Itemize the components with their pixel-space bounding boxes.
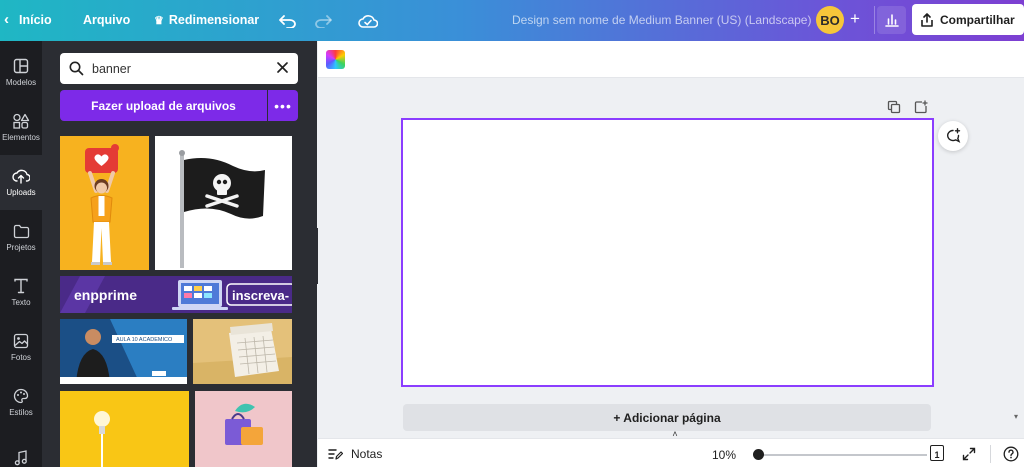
add-page-icon[interactable] [913, 99, 929, 115]
topbar-divider [874, 6, 875, 34]
music-icon [14, 449, 27, 465]
photo-icon [13, 333, 29, 349]
upload-thumb-desk-calendar[interactable] [193, 319, 292, 384]
upload-thumb-enp-prime-banner[interactable]: enpprime inscreva- [60, 276, 292, 313]
uploads-panel: Fazer upload de arquivos ••• [42, 41, 317, 467]
text-icon [14, 278, 28, 294]
fullscreen-icon[interactable] [959, 444, 979, 464]
sidebar-item-label: Texto [11, 298, 31, 307]
sidebar-item-text[interactable]: Texto [0, 265, 42, 320]
pirate-flag-image [179, 150, 265, 268]
avatar[interactable]: BO [816, 6, 844, 34]
presenter-caption: AULA 10 ACADEMICO [116, 337, 173, 343]
color-picker-icon[interactable] [326, 50, 345, 69]
resize-label: Redimensionar [168, 13, 260, 27]
templates-icon [13, 58, 29, 74]
zoom-level[interactable]: 10% [712, 448, 736, 462]
notes-button[interactable]: Notas [328, 447, 382, 461]
sidebar-item-photos[interactable]: Fotos [0, 320, 42, 375]
palette-icon [13, 388, 29, 404]
sidebar-item-projects[interactable]: Projetos [0, 210, 42, 265]
share-button[interactable]: Compartilhar [912, 4, 1024, 35]
redo-icon[interactable] [312, 10, 334, 32]
add-page-button[interactable]: + Adicionar página [403, 404, 931, 431]
sidebar-item-label: Fotos [10, 353, 31, 362]
upload-thumb-lightbulb[interactable] [60, 391, 189, 467]
search-icon [69, 61, 84, 76]
zoom-slider-track[interactable] [759, 454, 927, 456]
sidebar-item-templates[interactable]: Modelos [0, 45, 42, 100]
share-label: Compartilhar [940, 12, 1015, 27]
search-input[interactable] [92, 61, 262, 76]
desk-calendar-image [193, 319, 292, 384]
upload-thumb-man-presenter[interactable]: AULA 10 ACADEMICO [60, 319, 187, 384]
lightbulb-image [60, 391, 189, 467]
add-comment-button[interactable] [938, 121, 968, 151]
upload-files-button[interactable]: Fazer upload de arquivos [60, 90, 267, 121]
chevron-left-icon: ‹ [4, 11, 9, 28]
scroll-down-arrow-icon[interactable]: ▾ [1014, 412, 1018, 421]
enp-banner-text-right: inscreva- [232, 288, 289, 303]
sidebar-item-label: Estilos [9, 408, 33, 417]
sidebar-item-label: Modelos [5, 78, 37, 87]
zoom-slider-handle[interactable] [753, 449, 764, 460]
close-icon[interactable] [276, 61, 289, 74]
enp-banner-text-left: enpprime [74, 287, 137, 303]
folder-icon [13, 224, 29, 238]
enp-prime-banner-image: enpprime inscreva- [60, 276, 292, 313]
upload-thumb-woman-heart-sign[interactable] [60, 136, 149, 270]
sidebar-item-elements[interactable]: Elementos [0, 100, 42, 155]
insights-button[interactable] [877, 6, 906, 34]
sidebar-item-styles[interactable]: Estilos [0, 375, 42, 430]
home-label: Início [19, 12, 52, 27]
bottom-bar: Notas 10% 1 [318, 438, 1024, 467]
upload-options-button[interactable]: ••• [268, 90, 298, 121]
home-button[interactable]: ‹ Início [4, 12, 64, 27]
undo-icon[interactable] [277, 10, 299, 32]
crown-icon: ♛ [154, 14, 164, 27]
sidebar-item-uploads[interactable]: Uploads [0, 155, 42, 210]
man-presenter-image: AULA 10 ACADEMICO [60, 319, 187, 384]
sidebar-rail: Modelos Elementos Uploads Projetos Texto… [0, 41, 42, 467]
sidebar-item-audio[interactable] [0, 430, 42, 467]
notes-icon [328, 448, 343, 460]
page-count-button[interactable]: 1 [930, 445, 944, 461]
top-bar: ‹ Início Arquivo ♛ Redimensionar Design … [0, 0, 1024, 41]
design-page[interactable] [401, 118, 934, 387]
bottombar-divider [990, 445, 991, 463]
sidebar-item-label: Elementos [2, 133, 40, 142]
share-icon [921, 12, 933, 27]
upload-thumb-shopping-bags[interactable] [195, 391, 292, 467]
help-icon[interactable] [1001, 444, 1021, 464]
elements-icon [13, 113, 30, 129]
upload-cloud-icon [12, 169, 30, 184]
search-box[interactable] [60, 53, 298, 84]
document-title[interactable]: Design sem nome de Medium Banner (US) (L… [512, 13, 811, 27]
cloud-check-icon[interactable] [357, 10, 379, 32]
notes-label: Notas [351, 447, 383, 461]
editor-toolbar [318, 41, 1024, 78]
sidebar-item-label: Uploads [6, 188, 36, 197]
upload-thumb-pirate-flag[interactable] [155, 136, 292, 270]
shopping-bags-image [195, 391, 292, 467]
add-member-button[interactable]: + [845, 9, 865, 29]
file-menu-button[interactable]: Arquivo [83, 13, 130, 27]
woman-heart-sign-image [85, 144, 119, 265]
sidebar-item-label: Projetos [6, 242, 36, 252]
bar-chart-icon [884, 14, 899, 27]
resize-button[interactable]: ♛ Redimensionar [154, 13, 259, 27]
comment-add-icon [947, 128, 961, 143]
duplicate-page-icon[interactable] [886, 99, 902, 115]
